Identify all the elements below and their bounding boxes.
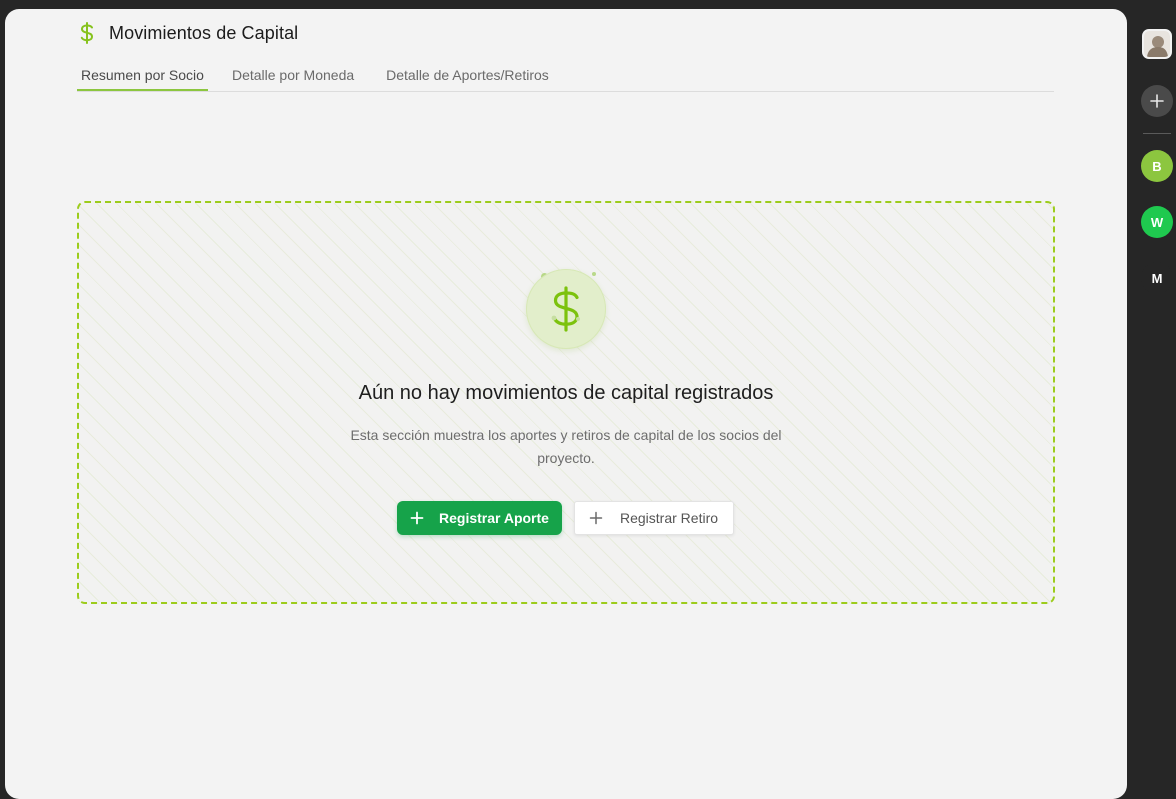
tab-detalle-aportes-retiros[interactable]: Detalle de Aportes/Retiros [386, 64, 549, 90]
tab-bar: Resumen por Socio Detalle por Moneda Det… [77, 64, 1054, 92]
page-title: Movimientos de Capital [109, 22, 299, 43]
empty-state-actions: Registrar Aporte Registrar Retiro [397, 501, 734, 535]
plus-icon [1150, 94, 1164, 108]
empty-state-title: Aún no hay movimientos de capital regist… [358, 382, 774, 404]
registrar-aporte-button[interactable]: Registrar Aporte [397, 501, 562, 535]
dollar-icon [77, 21, 97, 45]
decor-dot [592, 272, 596, 276]
add-workspace-button[interactable] [1141, 85, 1173, 117]
plus-icon [588, 510, 604, 526]
user-avatar[interactable] [1142, 29, 1172, 59]
empty-state-illustration [526, 269, 606, 349]
dollar-icon [526, 269, 606, 349]
empty-state: Aún no hay movimientos de capital regist… [77, 201, 1055, 604]
empty-state-description: Esta sección muestra los aportes y retir… [350, 427, 782, 466]
plus-icon [409, 510, 425, 526]
tab-resumen-por-socio[interactable]: Resumen por Socio [77, 64, 208, 91]
rail-divider [1143, 133, 1171, 134]
main-panel: Movimientos de Capital Resumen por Socio… [5, 9, 1127, 799]
workspace-m[interactable]: M [1141, 262, 1173, 294]
registrar-retiro-button[interactable]: Registrar Retiro [574, 501, 734, 535]
workspace-b[interactable]: B [1141, 150, 1173, 182]
workspace-w[interactable]: W [1141, 206, 1173, 238]
registrar-aporte-label: Registrar Aporte [439, 510, 549, 526]
tab-detalle-por-moneda[interactable]: Detalle por Moneda [232, 64, 354, 90]
registrar-retiro-label: Registrar Retiro [620, 510, 719, 526]
page-header: Movimientos de Capital [77, 21, 298, 45]
